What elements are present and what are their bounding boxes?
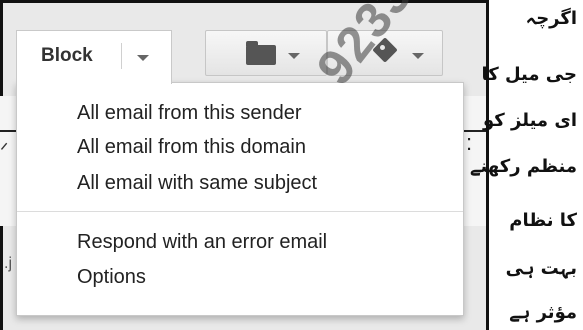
menu-item-block-subject[interactable]: All email with same subject (17, 167, 463, 199)
chevron-down-icon (288, 53, 300, 59)
screenshot-frame: ᐟ .j : Block All email from this sender … (0, 0, 489, 330)
urdu-text-line: کا نظام (509, 210, 577, 231)
urdu-text-line: بہت ہی (505, 258, 577, 279)
background-fragment: : (466, 130, 473, 155)
menu-item-respond-error[interactable]: Respond with an error email (17, 226, 463, 258)
urdu-side-text: اگرچہ جی میل کا ای میلز کو منظم رکھنے کا… (470, 0, 583, 330)
block-button[interactable]: Block (16, 30, 172, 84)
background-fragment: ᐟ (0, 140, 9, 162)
block-dropdown-menu: All email from this sender All email fro… (16, 82, 464, 316)
urdu-text-line: مؤثر ہے (509, 302, 577, 323)
menu-item-block-domain[interactable]: All email from this domain (17, 131, 463, 163)
background-fragment: .j (4, 255, 12, 272)
button-separator (121, 43, 122, 69)
folder-icon (246, 45, 276, 65)
urdu-text-line: اگرچہ (525, 8, 577, 29)
urdu-text-line: ای میلز کو (483, 110, 577, 131)
move-to-folder-button[interactable] (205, 30, 327, 76)
menu-item-options[interactable]: Options (17, 261, 463, 293)
chevron-down-icon (412, 53, 424, 59)
menu-item-block-sender[interactable]: All email from this sender (17, 97, 463, 129)
block-button-label: Block (41, 45, 93, 66)
menu-divider (17, 211, 463, 212)
urdu-text-line: جی میل کا (481, 64, 577, 85)
chevron-down-icon[interactable] (137, 55, 149, 61)
urdu-text-line: منظم رکھنے (469, 156, 577, 177)
